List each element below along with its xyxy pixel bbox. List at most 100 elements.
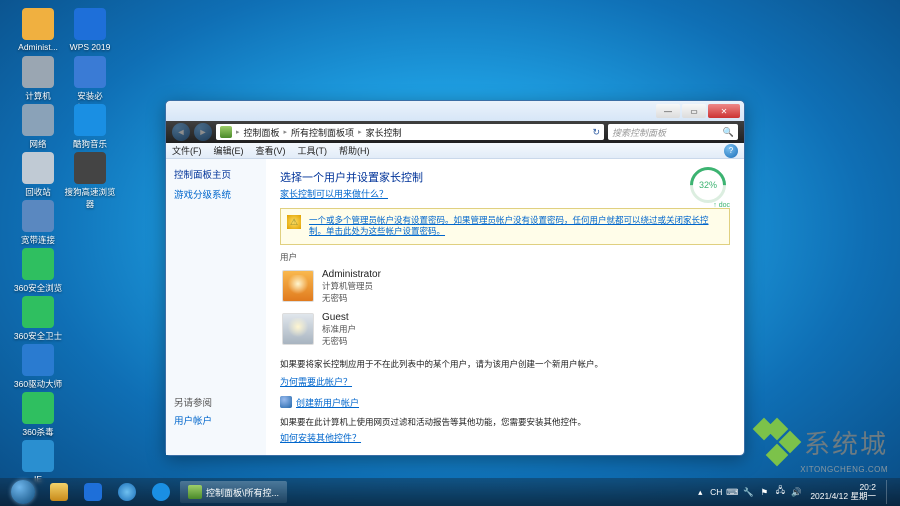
main-content: 32% ↑ doc 选择一个用户并设置家长控制 家长控制可以用来做什么？ ⚠ 一… — [266, 159, 744, 455]
create-user-link[interactable]: 创建新用户帐户 — [280, 396, 730, 409]
desktop-icon[interactable]: 计算机 — [12, 56, 64, 102]
desktop-icon[interactable]: WPS 2019 — [64, 8, 116, 52]
tray-keyboard-icon[interactable]: ⌨ — [726, 486, 738, 498]
icon-label: 回收站 — [12, 186, 64, 198]
search-input[interactable]: 搜索控制面板 🔍 — [608, 124, 738, 140]
sidebar-home[interactable]: 控制面板主页 — [174, 167, 258, 181]
icon-label: Administ... — [12, 42, 64, 52]
desktop-icon[interactable]: 360驱动大师 — [12, 344, 64, 390]
taskbar-pin-kugou[interactable] — [146, 481, 176, 503]
app-icon — [74, 56, 106, 88]
desktop: Administ...WPS 2019计算机安装必备.docx网络酷狗音乐回收站… — [0, 0, 900, 506]
app-icon — [22, 392, 54, 424]
watermark: 系统城 XITONGCHENG.COM — [756, 421, 888, 474]
warning-icon: ⚠ — [287, 215, 301, 229]
breadcrumb-mid[interactable]: 所有控制面板项 — [291, 126, 354, 139]
nav-back-button[interactable]: ◄ — [172, 123, 190, 141]
tray-up-icon[interactable]: ▴ — [694, 486, 706, 498]
menu-view[interactable]: 查看(V) — [256, 144, 286, 157]
install-controls-link[interactable]: 如何安装其他控件？ — [280, 431, 730, 444]
refresh-icon[interactable]: ↻ — [592, 127, 600, 138]
app-icon — [22, 8, 54, 40]
sidebar-link-useraccounts[interactable]: 用户帐户 — [174, 413, 258, 427]
start-button[interactable] — [6, 479, 40, 505]
icon-label: 酷狗音乐 — [64, 138, 116, 150]
desktop-icon[interactable]: 回收站 — [12, 152, 64, 198]
desktop-icon[interactable]: 搜狗高速浏览器 — [64, 152, 116, 210]
icon-label: 360驱动大师 — [12, 378, 64, 390]
icon-label: 360杀毒 — [12, 426, 64, 438]
user-avatar-icon — [282, 313, 314, 345]
app-icon — [22, 248, 54, 280]
app-icon — [22, 200, 54, 232]
icon-label: 计算机 — [12, 90, 64, 102]
titlebar: — ▭ ✕ — [166, 101, 744, 121]
progress-value: 32% — [690, 167, 726, 203]
warning-box: ⚠ 一个或多个管理员帐户没有设置密码。如果管理员帐户没有设置密码，任何用户就都可… — [280, 208, 730, 245]
minimize-button[interactable]: — — [656, 104, 680, 118]
app-icon — [22, 104, 54, 136]
nav-forward-button[interactable]: ► — [194, 123, 212, 141]
tray-ime[interactable]: CH — [710, 486, 722, 498]
why-account-link[interactable]: 为何需要此帐户？ — [280, 375, 730, 388]
desktop-icon[interactable]: Administ... — [12, 8, 64, 52]
progress-widget[interactable]: 32% ↑ doc — [690, 167, 726, 203]
watermark-logo-icon — [756, 421, 798, 463]
icon-label: WPS 2019 — [64, 42, 116, 52]
app-icon — [22, 440, 54, 472]
user-row-administrator[interactable]: Administrator 计算机管理员 无密码 — [280, 265, 730, 308]
page-sublink[interactable]: 家长控制可以用来做什么？ — [280, 187, 730, 200]
breadcrumb[interactable]: ▸ 控制面板 ▸ 所有控制面板项 ▸ 家长控制 ↻ — [216, 124, 604, 140]
app-icon — [74, 152, 106, 184]
desktop-icon[interactable]: 360杀毒 — [12, 392, 64, 438]
desktop-icon[interactable]: 宽带连接 — [12, 200, 64, 246]
control-panel-icon — [188, 485, 202, 499]
desktop-icon[interactable]: 网络 — [12, 104, 64, 150]
user-password-status: 无密码 — [322, 335, 356, 347]
menu-file[interactable]: 文件(F) — [172, 144, 202, 157]
user-role: 标准用户 — [322, 323, 356, 335]
watermark-url: XITONGCHENG.COM — [756, 465, 888, 474]
warning-link[interactable]: 一个或多个管理员帐户没有设置密码。如果管理员帐户没有设置密码，任何用户就都可以绕… — [309, 215, 709, 236]
user-name: Guest — [322, 312, 356, 323]
user-password-status: 无密码 — [322, 292, 381, 304]
sidebar: 控制面板主页 游戏分级系统 另请参阅 用户帐户 — [166, 159, 266, 455]
sidebar-link-rating[interactable]: 游戏分级系统 — [174, 187, 258, 201]
control-panel-icon — [220, 126, 232, 138]
page-title: 选择一个用户并设置家长控制 — [280, 169, 730, 185]
breadcrumb-root[interactable]: 控制面板 — [244, 126, 280, 139]
close-button[interactable]: ✕ — [708, 104, 740, 118]
taskbar-pin-wps[interactable] — [78, 481, 108, 503]
app-icon — [74, 8, 106, 40]
breadcrumb-leaf[interactable]: 家长控制 — [366, 126, 402, 139]
desktop-icon[interactable]: 360安全卫士 — [12, 296, 64, 342]
user-row-guest[interactable]: Guest 标准用户 无密码 — [280, 308, 730, 351]
icon-label: 360安全卫士 — [12, 330, 64, 342]
desktop-icon[interactable]: 酷狗音乐 — [64, 104, 116, 150]
tray-clock[interactable]: 20:2 2021/4/12 星期一 — [806, 483, 880, 502]
tray-network-icon[interactable]: 🖧 — [774, 486, 786, 498]
taskbar-task-controlpanel[interactable]: 控制面板\所有控... — [180, 481, 287, 503]
help-icon[interactable]: ? — [724, 144, 738, 158]
menubar: 文件(F) 编辑(E) 查看(V) 工具(T) 帮助(H) ? — [166, 143, 744, 159]
menu-edit[interactable]: 编辑(E) — [214, 144, 244, 157]
taskbar: 控制面板\所有控... ▴ CH ⌨ 🔧 ⚑ 🖧 🔊 20:2 2021/4/1… — [0, 478, 900, 506]
icon-label: 宽带连接 — [12, 234, 64, 246]
user-avatar-icon — [282, 270, 314, 302]
app-icon — [22, 152, 54, 184]
install-controls-paragraph: 如果要在此计算机上使用网页过滤和活动报告等其他功能，您需要安装其他控件。 — [280, 417, 730, 429]
show-desktop-button[interactable] — [886, 480, 894, 504]
user-name: Administrator — [322, 269, 381, 280]
control-panel-window: — ▭ ✕ ◄ ► ▸ 控制面板 ▸ 所有控制面板项 ▸ 家长控制 ↻ 搜索控制… — [165, 100, 745, 456]
create-user-paragraph: 如果要将家长控制应用于不在此列表中的某个用户，请为该用户创建一个新用户帐户。 — [280, 359, 730, 371]
tray-volume-icon[interactable]: 🔊 — [790, 486, 802, 498]
tray-tool-icon[interactable]: 🔧 — [742, 486, 754, 498]
icon-label: 搜狗高速浏览器 — [64, 186, 116, 210]
menu-help[interactable]: 帮助(H) — [339, 144, 370, 157]
shield-icon — [280, 396, 292, 408]
taskbar-pin-explorer[interactable] — [44, 481, 74, 503]
menu-tools[interactable]: 工具(T) — [298, 144, 328, 157]
tray-action-center-icon[interactable]: ⚑ — [758, 486, 770, 498]
maximize-button[interactable]: ▭ — [682, 104, 706, 118]
taskbar-pin-ie[interactable] — [112, 481, 142, 503]
